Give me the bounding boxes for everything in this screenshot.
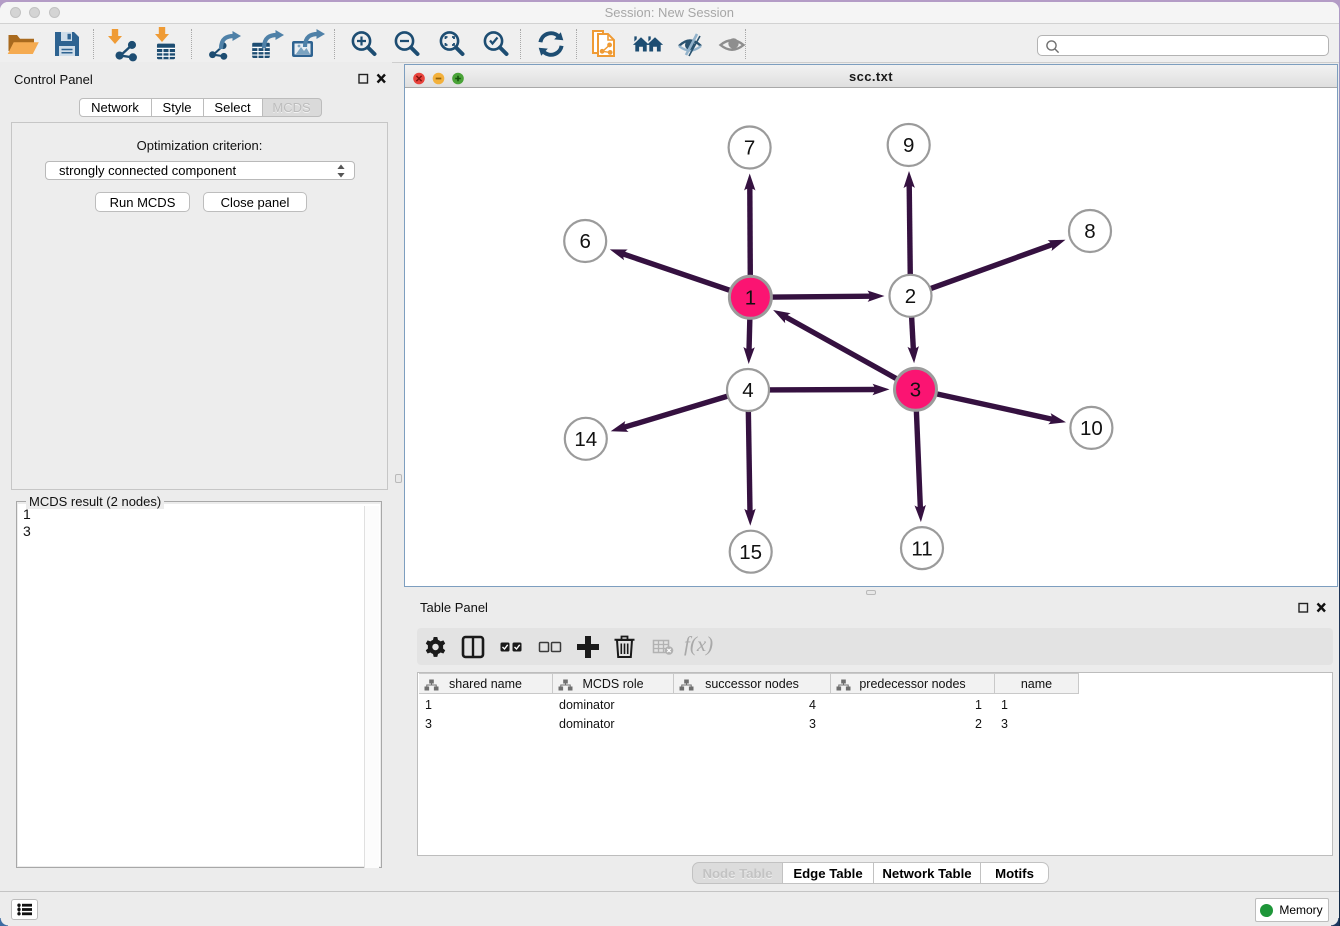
svg-text:1: 1 [745,287,756,310]
svg-text:3: 3 [910,379,921,402]
svg-text:6: 6 [579,230,590,253]
svg-text:11: 11 [911,537,932,560]
svg-text:15: 15 [739,541,762,564]
svg-text:4: 4 [742,379,753,402]
svg-text:9: 9 [903,134,914,157]
svg-text:2: 2 [905,285,916,308]
svg-text:7: 7 [744,137,755,160]
svg-text:14: 14 [574,428,597,451]
svg-text:10: 10 [1080,417,1103,440]
svg-text:8: 8 [1084,220,1095,243]
